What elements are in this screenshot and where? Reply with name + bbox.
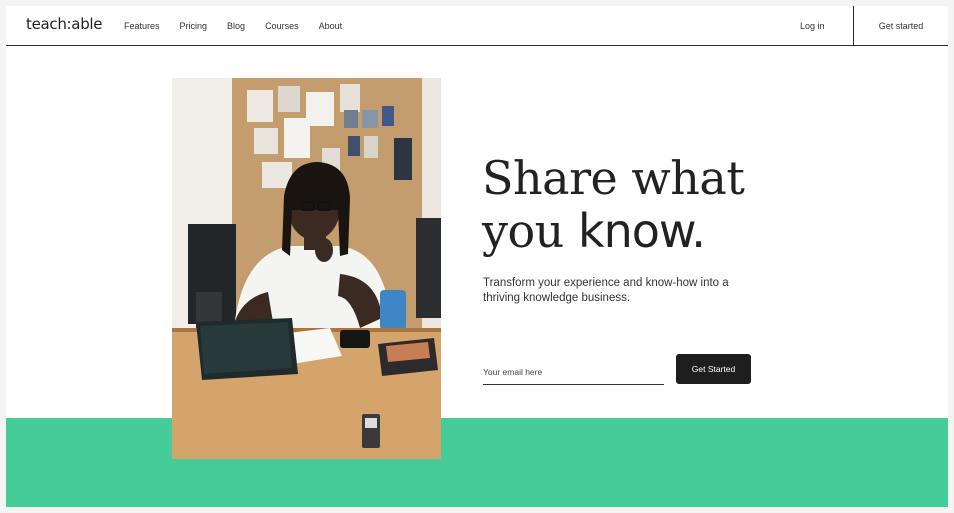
email-field-wrapper bbox=[483, 361, 664, 385]
get-started-button[interactable]: Get Started bbox=[676, 354, 751, 384]
hero-headline: Share what you know. bbox=[482, 152, 812, 258]
headline-line-2-emphasis: know. bbox=[577, 204, 706, 258]
nav-link-about[interactable]: About bbox=[319, 21, 343, 31]
teachable-logo[interactable]: teach:able bbox=[26, 15, 103, 33]
nav-link-courses[interactable]: Courses bbox=[265, 21, 299, 31]
nav-links: Features Pricing Blog Courses About bbox=[124, 21, 362, 31]
page-frame: teach:able Features Pricing Blog Courses… bbox=[6, 6, 948, 507]
get-started-nav-button[interactable]: Get started bbox=[854, 6, 948, 46]
headline-line-2-serif: you bbox=[482, 204, 578, 258]
login-link[interactable]: Log in bbox=[800, 21, 825, 31]
email-input[interactable] bbox=[483, 361, 664, 383]
hero-subtitle: Transform your experience and know-how i… bbox=[483, 277, 729, 304]
hero-photo bbox=[172, 78, 441, 459]
headline-line-1: Share what bbox=[482, 151, 745, 205]
nav-link-pricing[interactable]: Pricing bbox=[180, 21, 208, 31]
top-nav: teach:able Features Pricing Blog Courses… bbox=[6, 6, 948, 46]
nav-link-blog[interactable]: Blog bbox=[227, 21, 245, 31]
green-band bbox=[6, 418, 948, 507]
nav-link-features[interactable]: Features bbox=[124, 21, 160, 31]
